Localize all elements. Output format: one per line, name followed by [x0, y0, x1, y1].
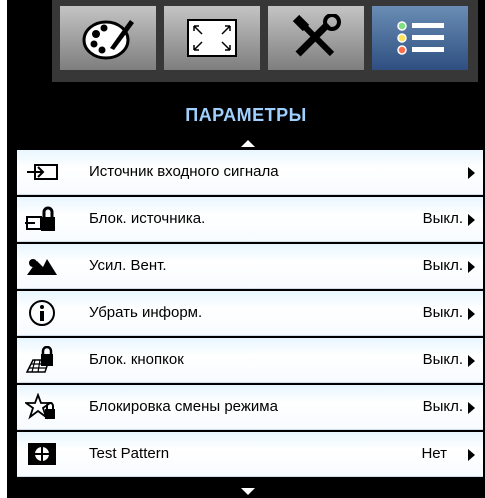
menu-item-value: Выкл. [422, 210, 463, 227]
menu-item-keypad-lock[interactable]: Блок. кнопкок Выкл. [17, 338, 483, 383]
menu-item-value: Выкл. [422, 304, 463, 321]
menu-item-display-mode-lock[interactable]: Блокировка смены режима Выкл. [17, 385, 483, 430]
tab-image-settings[interactable] [60, 6, 156, 70]
chevron-right-icon [468, 449, 475, 461]
chevron-right-icon [468, 214, 475, 226]
tab-options[interactable] [372, 6, 468, 70]
tab-setup[interactable] [268, 6, 364, 70]
menu-item-value: Выкл. [422, 257, 463, 274]
menu-item-value: Нет [421, 445, 447, 462]
scroll-down-icon[interactable] [241, 488, 255, 495]
menu-item-label: Блок. кнопкок [89, 351, 184, 368]
menu-item-value: Выкл. [422, 351, 463, 368]
tab-display-settings[interactable] [164, 6, 260, 70]
list-icon [392, 18, 448, 58]
menu-tab-bar [52, 0, 478, 82]
menu-item-label: Источник входного сигнала [89, 163, 279, 180]
menu-item-label: Усил. Вент. [89, 257, 167, 274]
palette-icon [80, 14, 136, 62]
menu-item-label: Test Pattern [89, 445, 170, 462]
screen-icon [184, 16, 240, 60]
menu-item-value: Выкл. [422, 398, 463, 415]
menu-item-label: Убрать информ. [89, 304, 203, 321]
menu-item-information-hide[interactable]: Убрать информ. Выкл. [17, 291, 483, 336]
menu-item-label: Блок. источника. [89, 210, 206, 227]
tools-icon [288, 14, 344, 62]
menu-item-input-source[interactable]: Источник входного сигнала [17, 150, 483, 195]
test-pattern-icon [25, 440, 59, 468]
menu-title: ПАРАМЕТРЫ [185, 105, 307, 125]
chevron-right-icon [468, 308, 475, 320]
chevron-right-icon [468, 355, 475, 367]
scroll-up-icon[interactable] [241, 140, 255, 147]
info-icon [25, 299, 59, 327]
input-source-icon [25, 158, 59, 186]
osd-menu: ПАРАМЕТРЫ Источник входного сигнала Блок… [7, 0, 485, 498]
menu-item-source-lock[interactable]: Блок. источника. Выкл. [17, 197, 483, 242]
chevron-right-icon [468, 261, 475, 273]
menu-list: Источник входного сигнала Блок. источник… [17, 150, 483, 479]
high-altitude-icon [25, 252, 59, 280]
display-mode-lock-icon [25, 393, 59, 421]
source-lock-icon [25, 205, 59, 233]
menu-item-label: Блокировка смены режима [89, 398, 278, 415]
chevron-right-icon [468, 402, 475, 414]
keypad-lock-icon [25, 346, 59, 374]
menu-item-test-pattern[interactable]: Test Pattern Нет [17, 432, 483, 477]
chevron-right-icon [468, 167, 475, 179]
menu-item-high-altitude[interactable]: Усил. Вент. Выкл. [17, 244, 483, 289]
